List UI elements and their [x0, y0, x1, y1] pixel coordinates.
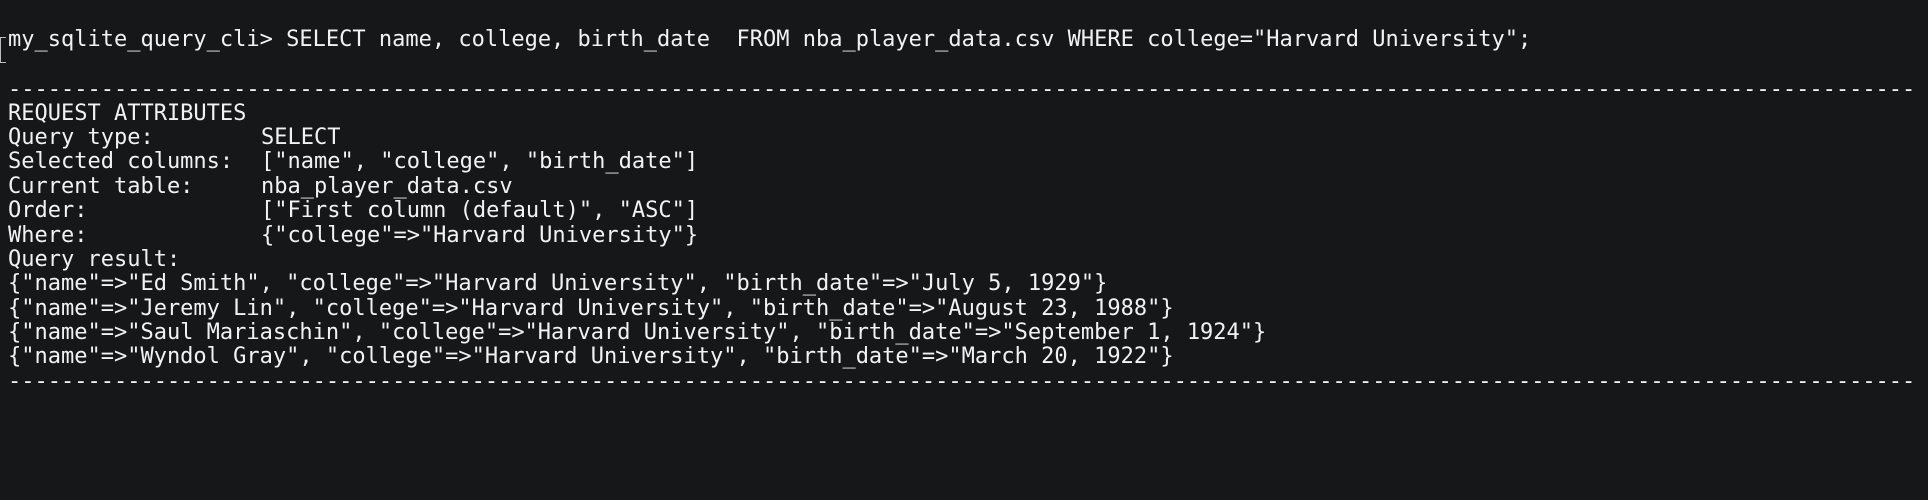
terminal-window[interactable]: my_sqlite_query_cli> SELECT name, colleg… — [0, 0, 1928, 500]
line-marker — [0, 37, 6, 63]
command-text: SELECT name, college, birth_date FROM nb… — [286, 27, 1532, 52]
divider-bottom: ----------------------------------------… — [8, 369, 1918, 394]
attribute-value: {"college"=>"Harvard University"} — [261, 223, 699, 248]
prompt: my_sqlite_query_cli> — [8, 27, 273, 52]
command-line[interactable]: my_sqlite_query_cli> SELECT name, colleg… — [8, 25, 1531, 55]
divider-top: ----------------------------------------… — [8, 77, 1918, 102]
